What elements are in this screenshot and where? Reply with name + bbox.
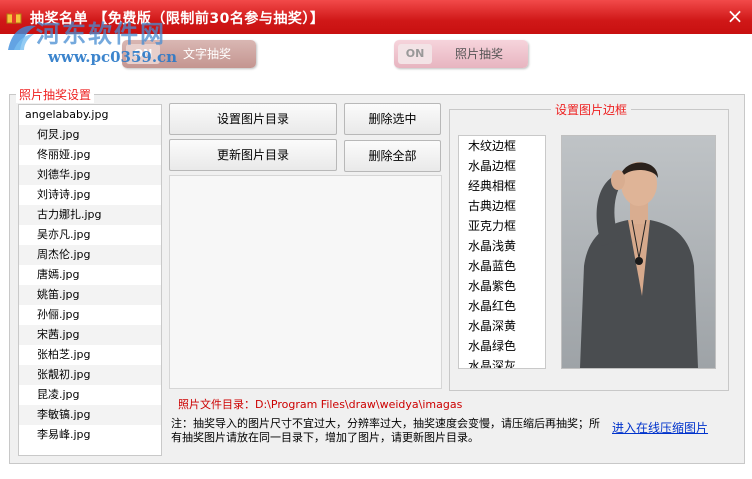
close-button[interactable]: ×: [724, 6, 746, 26]
list-item[interactable]: 宋茜.jpg: [19, 325, 161, 345]
list-item[interactable]: 李敏镐.jpg: [19, 405, 161, 425]
list-item[interactable]: angelababy.jpg: [19, 105, 161, 125]
list-item[interactable]: 昆凌.jpg: [19, 385, 161, 405]
photo-draw-toggle[interactable]: ON 照片抽奖: [394, 40, 528, 68]
list-item[interactable]: 张柏芝.jpg: [19, 345, 161, 365]
preview-area: [169, 175, 442, 389]
list-item[interactable]: 水晶紫色: [459, 276, 545, 296]
list-item[interactable]: 何炅.jpg: [19, 125, 161, 145]
list-item[interactable]: 水晶深灰: [459, 356, 545, 368]
list-item[interactable]: 水晶边框: [459, 156, 545, 176]
list-item[interactable]: 吴亦凡.jpg: [19, 225, 161, 245]
delete-all-button[interactable]: 删除全部: [344, 140, 441, 172]
title-bar: 抽奖名单 【免费版（限制前30名参与抽奖）】 ×: [0, 0, 752, 34]
list-item[interactable]: 张靓初.jpg: [19, 365, 161, 385]
text-draw-label: 文字抽奖: [182, 47, 231, 61]
photo-directory-label: 照片文件目录：D:\Program Files\draw\weidya\imag…: [178, 398, 463, 411]
list-item[interactable]: 古力娜扎.jpg: [19, 205, 161, 225]
list-item[interactable]: 水晶蓝色: [459, 256, 545, 276]
delete-selected-button[interactable]: 删除选中: [344, 103, 441, 135]
photo-file-list[interactable]: angelababy.jpg 何炅.jpg 佟丽娅.jpg 刘德华.jpg 刘诗…: [18, 104, 162, 456]
frame-style-list[interactable]: 木纹边框 水晶边框 经典相框 古典边框 亚克力框 水晶浅黄 水晶蓝色 水晶紫色 …: [458, 135, 546, 369]
frame-settings-title: 设置图片边框: [551, 101, 632, 118]
list-item[interactable]: 李易峰.jpg: [19, 425, 161, 445]
list-item[interactable]: 刘德华.jpg: [19, 165, 161, 185]
group-title: 照片抽奖设置: [16, 86, 95, 103]
window-title: 抽奖名单 【免费版（限制前30名参与抽奖）】: [30, 11, 325, 27]
update-image-dir-button[interactable]: 更新图片目录: [169, 139, 337, 171]
list-item[interactable]: 唐嫣.jpg: [19, 265, 161, 285]
online-compress-link[interactable]: 进入在线压缩图片: [612, 419, 708, 436]
list-item[interactable]: 水晶深黄: [459, 316, 545, 336]
text-draw-toggle[interactable]: ON 文字抽奖: [122, 40, 256, 68]
usage-note: 注：抽奖导入的图片尺寸不宜过大，分辨率过大，抽奖速度会变慢，请压缩后再抽奖；所有…: [171, 417, 600, 444]
list-item[interactable]: 佟丽娅.jpg: [19, 145, 161, 165]
list-item[interactable]: 水晶红色: [459, 296, 545, 316]
list-item[interactable]: 水晶浅黄: [459, 236, 545, 256]
toggle-on-label: ON: [398, 44, 432, 64]
app-icon: [6, 11, 22, 24]
list-item[interactable]: 经典相框: [459, 176, 545, 196]
person-photo-image: [562, 136, 715, 368]
list-item[interactable]: 水晶绿色: [459, 336, 545, 356]
photo-preview: [561, 135, 716, 369]
list-item[interactable]: 周杰伦.jpg: [19, 245, 161, 265]
list-item[interactable]: 刘诗诗.jpg: [19, 185, 161, 205]
list-item[interactable]: 姚笛.jpg: [19, 285, 161, 305]
set-image-dir-button[interactable]: 设置图片目录: [169, 103, 337, 135]
list-item[interactable]: 古典边框: [459, 196, 545, 216]
toggle-on-label: ON: [126, 44, 160, 64]
list-item[interactable]: 孙俪.jpg: [19, 305, 161, 325]
list-item[interactable]: 亚克力框: [459, 216, 545, 236]
photo-draw-label: 照片抽奖: [454, 47, 503, 61]
list-item[interactable]: 木纹边框: [459, 136, 545, 156]
